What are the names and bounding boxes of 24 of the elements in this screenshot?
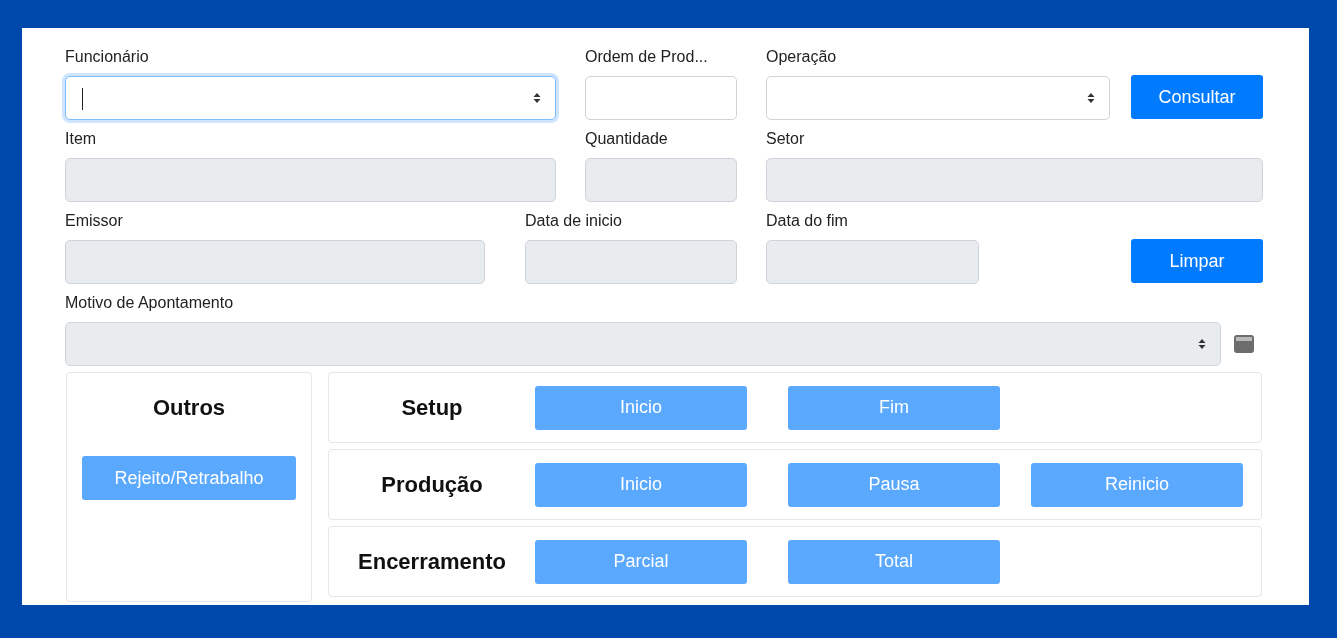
field-label: Data de inicio: [525, 211, 623, 231]
section-title: Encerramento: [357, 548, 507, 575]
section-title: Produção: [380, 471, 484, 498]
select-field[interactable]: [766, 76, 1110, 120]
field-label: Funcionário: [65, 47, 150, 67]
panel-icon[interactable]: [1233, 334, 1255, 354]
select-field[interactable]: [65, 76, 556, 120]
button[interactable]: Limpar: [1131, 239, 1263, 283]
field-label: Item: [65, 129, 98, 149]
field-label: Ordem de Prod...: [585, 47, 709, 67]
sort-arrows-icon: [1087, 92, 1095, 104]
section-title: Setup: [400, 394, 464, 421]
section-title: Outros: [152, 395, 226, 421]
field-label: Data do fim: [766, 211, 849, 231]
field-label: Setor: [766, 129, 806, 149]
sort-arrows-icon: [533, 92, 541, 104]
field-label: Motivo de Apontamento: [65, 293, 235, 313]
input-field[interactable]: [585, 76, 737, 120]
button[interactable]: Consultar: [1131, 75, 1263, 119]
field-label: Quantidade: [585, 129, 669, 149]
field-label: Emissor: [65, 211, 124, 231]
field-label: Operação: [766, 47, 838, 67]
text-cursor: [82, 88, 83, 110]
sort-arrows-icon: [1198, 338, 1206, 350]
